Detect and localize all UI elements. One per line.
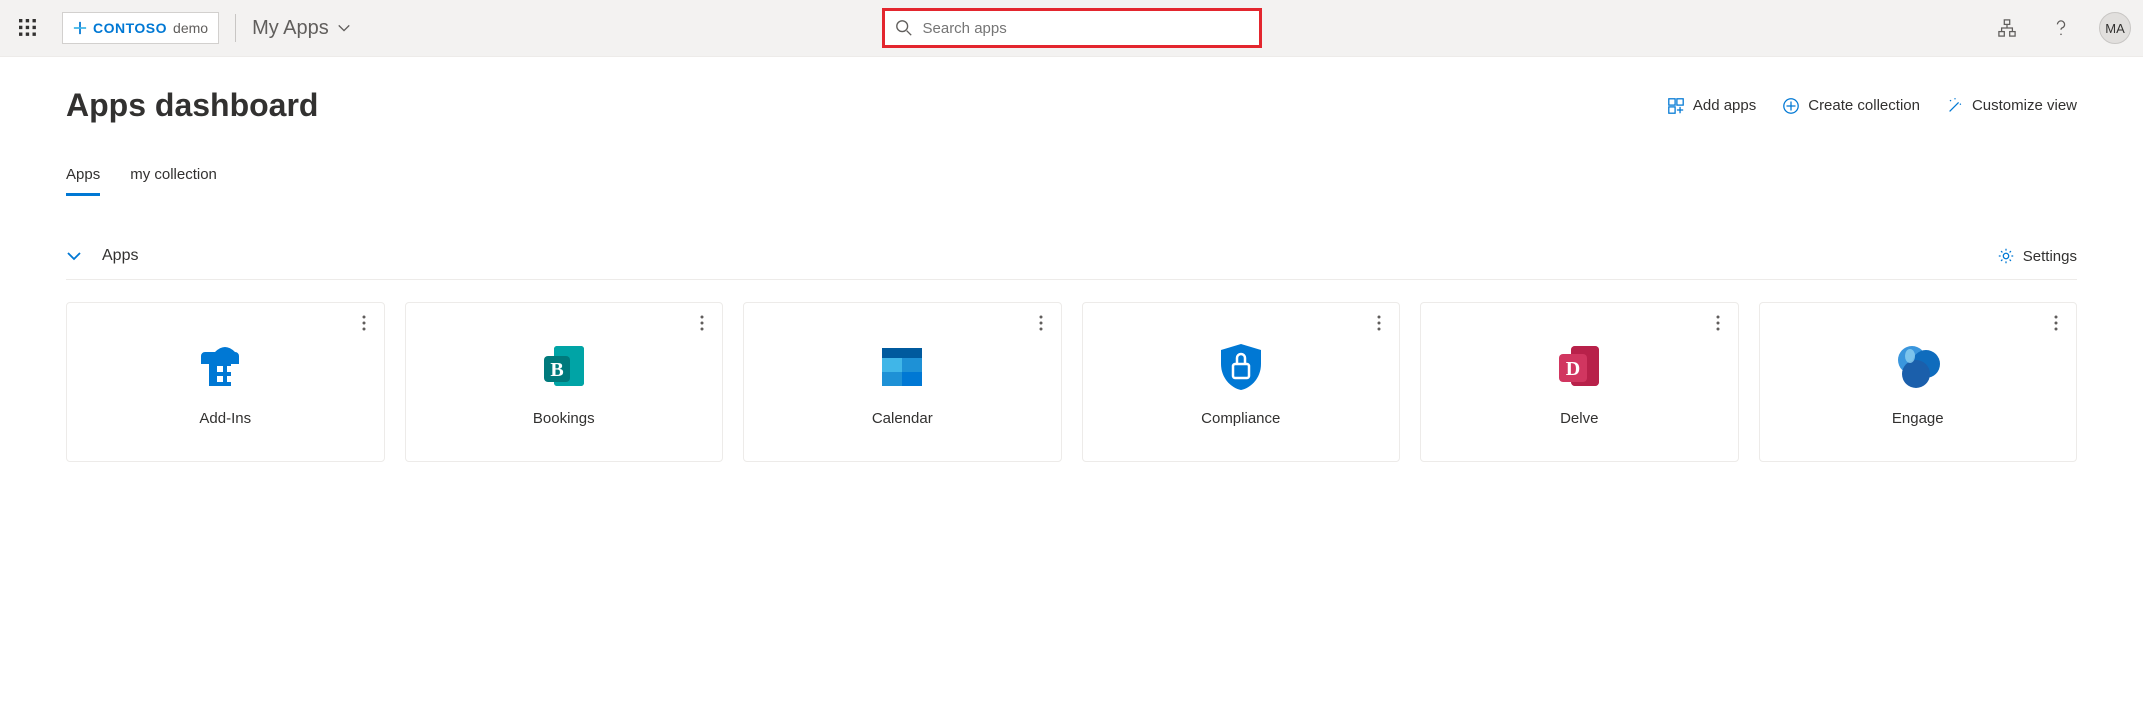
gear-icon bbox=[1997, 247, 2015, 265]
engage-icon bbox=[1890, 338, 1946, 394]
bookings-icon: B bbox=[536, 338, 592, 394]
app-tile-compliance[interactable]: Compliance bbox=[1082, 302, 1401, 462]
app-tile-calendar[interactable]: Calendar bbox=[743, 302, 1062, 462]
section-collapse-icon[interactable] bbox=[66, 248, 82, 264]
add-apps-label: Add apps bbox=[1693, 97, 1756, 114]
customize-view-label: Customize view bbox=[1972, 97, 2077, 114]
app-name-label: Compliance bbox=[1201, 410, 1280, 427]
page-title: Apps dashboard bbox=[66, 87, 318, 124]
header-divider bbox=[235, 14, 236, 42]
chevron-down-icon bbox=[337, 21, 351, 35]
addins-icon bbox=[197, 338, 253, 394]
search-icon bbox=[895, 19, 913, 37]
app-name-label: Engage bbox=[1892, 410, 1944, 427]
app-tile-menu-icon[interactable] bbox=[1369, 313, 1389, 333]
app-tile-menu-icon[interactable] bbox=[2046, 313, 2066, 333]
search-box[interactable] bbox=[882, 8, 1262, 48]
header-right: MA bbox=[1991, 12, 2131, 44]
app-name-label: Bookings bbox=[533, 410, 595, 427]
avatar-initials: MA bbox=[2105, 21, 2125, 36]
context-switcher[interactable]: My Apps bbox=[252, 17, 351, 40]
app-name-label: Add-Ins bbox=[199, 410, 251, 427]
app-name-label: Calendar bbox=[872, 410, 933, 427]
page-actions: Add apps Create collection bbox=[1667, 97, 2077, 115]
brand-logo-icon bbox=[73, 21, 87, 35]
tabs: Apps my collection bbox=[66, 166, 2077, 197]
svg-text:D: D bbox=[1566, 358, 1580, 380]
compliance-icon bbox=[1213, 338, 1269, 394]
brand-suffix: demo bbox=[173, 20, 208, 36]
brand-badge: CONTOSO demo bbox=[62, 12, 219, 44]
create-collection-button[interactable]: Create collection bbox=[1782, 97, 1920, 115]
wand-icon bbox=[1946, 97, 1964, 115]
add-apps-icon bbox=[1667, 97, 1685, 115]
tab-my-collection[interactable]: my collection bbox=[130, 166, 217, 196]
section-settings-button[interactable]: Settings bbox=[1997, 247, 2077, 265]
tab-apps[interactable]: Apps bbox=[66, 166, 100, 196]
app-tile-menu-icon[interactable] bbox=[354, 313, 374, 333]
app-tile-menu-icon[interactable] bbox=[692, 313, 712, 333]
app-tile-menu-icon[interactable] bbox=[1708, 313, 1728, 333]
create-collection-label: Create collection bbox=[1808, 97, 1920, 114]
customize-view-button[interactable]: Customize view bbox=[1946, 97, 2077, 115]
app-name-label: Delve bbox=[1560, 410, 1598, 427]
app-launcher-icon[interactable] bbox=[12, 12, 44, 44]
app-tile-menu-icon[interactable] bbox=[1031, 313, 1051, 333]
section-title: Apps bbox=[102, 247, 138, 265]
title-row: Apps dashboard Add apps Cr bbox=[66, 87, 2077, 124]
main-content: Apps dashboard Add apps Cr bbox=[0, 57, 2143, 502]
calendar-icon bbox=[874, 338, 930, 394]
app-tile-add-ins[interactable]: Add-Ins bbox=[66, 302, 385, 462]
svg-text:B: B bbox=[550, 359, 563, 381]
app-tile-engage[interactable]: Engage bbox=[1759, 302, 2078, 462]
section-settings-label: Settings bbox=[2023, 248, 2077, 265]
brand-name: CONTOSO bbox=[93, 20, 167, 36]
app-tile-bookings[interactable]: B Bookings bbox=[405, 302, 724, 462]
org-tree-icon[interactable] bbox=[1991, 12, 2023, 44]
app-header: CONTOSO demo My Apps M bbox=[0, 0, 2143, 57]
avatar[interactable]: MA bbox=[2099, 12, 2131, 44]
search-input[interactable] bbox=[923, 20, 1249, 37]
context-label: My Apps bbox=[252, 17, 329, 40]
delve-icon: D bbox=[1551, 338, 1607, 394]
app-grid: Add-Ins B Bookings Calendar Compliance D… bbox=[66, 302, 2077, 462]
app-tile-delve[interactable]: D Delve bbox=[1420, 302, 1739, 462]
add-apps-button[interactable]: Add apps bbox=[1667, 97, 1756, 115]
plus-circle-icon bbox=[1782, 97, 1800, 115]
section-head: Apps Settings bbox=[66, 247, 2077, 280]
help-icon[interactable] bbox=[2045, 12, 2077, 44]
